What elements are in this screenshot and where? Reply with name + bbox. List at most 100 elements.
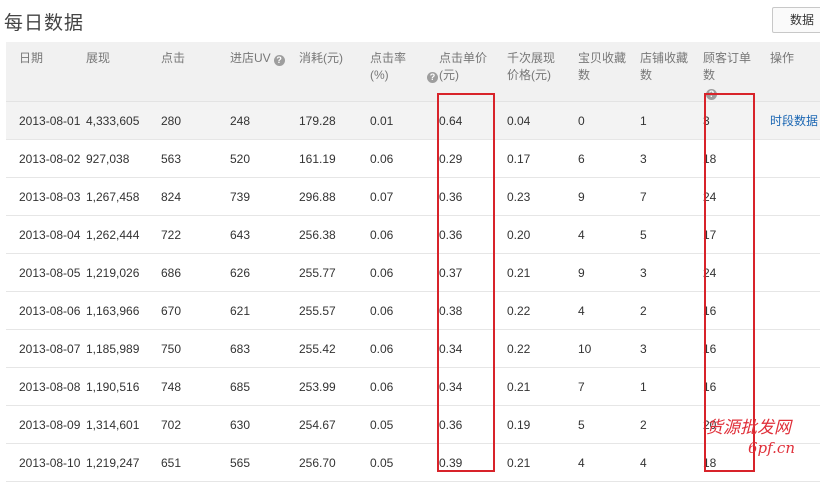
- table-cell: 1,267,458: [86, 177, 161, 216]
- table-cell: 1,219,026: [86, 253, 161, 292]
- table-row: 2013-08-06 1,163,966 670 621 255.57 0.06 0.38 0…: [6, 291, 820, 330]
- hourly-data-link[interactable]: 时段数据: [770, 114, 818, 128]
- table-cell: 0.21: [507, 443, 578, 482]
- column-header: 进店UV?: [230, 42, 299, 102]
- table-cell: 5: [578, 405, 640, 444]
- action-cell: [770, 177, 820, 216]
- table-row: 2013-08-05 1,219,026 686 626 255.77 0.06 0.37 0…: [6, 253, 820, 292]
- table-row: 2013-08-07 1,185,989 750 683 255.42 0.06 0.34 0…: [6, 329, 820, 368]
- table-row: 2013-08-03 1,267,458 824 739 296.88 0.07 0.36 0…: [6, 177, 820, 216]
- table-header-row: 日期 展现 点击 进店UV? 消耗(元) 点击率(%)? 点击单价(元) 千次展现价格(元) 宝…: [6, 42, 820, 102]
- table-cell: 1,314,601: [86, 405, 161, 444]
- table-cell: 2013-08-09: [6, 405, 86, 444]
- table-cell: 0.04: [507, 101, 578, 140]
- table-cell: 9: [578, 253, 640, 292]
- action-cell: 时段数据: [770, 101, 820, 140]
- column-header-label: 进店UV: [230, 51, 271, 65]
- table-cell: 255.42: [299, 329, 370, 368]
- help-icon[interactable]: ?: [427, 72, 438, 83]
- table-cell: 248: [230, 101, 299, 140]
- table-cell: 4,333,605: [86, 101, 161, 140]
- column-header-label: 点击: [161, 51, 186, 65]
- table-cell: 0.05: [370, 443, 439, 482]
- column-header-label: 消耗(元): [299, 51, 343, 65]
- table-cell: 0.22: [507, 329, 578, 368]
- table-cell: 7: [640, 177, 703, 216]
- table-cell: 520: [230, 139, 299, 178]
- column-header: 日期: [6, 42, 86, 102]
- table-cell: 255.77: [299, 253, 370, 292]
- action-cell: [770, 139, 820, 178]
- table-cell: 643: [230, 215, 299, 254]
- table-cell: 161.19: [299, 139, 370, 178]
- table-cell: 179.28: [299, 101, 370, 140]
- table-cell: 1,219,247: [86, 443, 161, 482]
- column-header-label: 操作: [770, 51, 795, 65]
- table-cell: 722: [161, 215, 230, 254]
- column-header: 宝贝收藏数: [578, 42, 640, 102]
- action-cell: [770, 329, 820, 368]
- table-cell: 739: [230, 177, 299, 216]
- table-cell: 1,185,989: [86, 329, 161, 368]
- table-cell: 2013-08-02: [6, 139, 86, 178]
- table-row: 2013-08-08 1,190,516 748 685 253.99 0.06 0.34 0…: [6, 367, 820, 406]
- table-row: 2013-08-09 1,314,601 702 630 254.67 0.05 0.36 0…: [6, 405, 820, 444]
- table-cell: 0.07: [370, 177, 439, 216]
- table-cell: 0.21: [507, 367, 578, 406]
- column-header-label: 日期: [19, 51, 44, 65]
- table-cell: 2013-08-04: [6, 215, 86, 254]
- table-cell: 750: [161, 329, 230, 368]
- table-cell: 2013-08-08: [6, 367, 86, 406]
- table-cell: 6: [578, 139, 640, 178]
- action-cell: [770, 291, 820, 330]
- data-button[interactable]: 数据: [772, 7, 820, 33]
- column-header: 点击率(%)?: [370, 42, 439, 102]
- table-cell: 0.23: [507, 177, 578, 216]
- column-header-label: 顾客订单数: [703, 51, 752, 82]
- column-header: 店铺收藏数: [640, 42, 703, 102]
- table-cell: 0.06: [370, 291, 439, 330]
- table-cell: 927,038: [86, 139, 161, 178]
- table-row: 2013-08-04 1,262,444 722 643 256.38 0.06 0.36 0…: [6, 215, 820, 254]
- table-body: 2013-08-01 4,333,605 280 248 179.28 0.01 0.64 0…: [6, 101, 820, 482]
- table-cell: 685: [230, 367, 299, 406]
- column-header: 展现: [86, 42, 161, 102]
- table-cell: 0.05: [370, 405, 439, 444]
- table-cell: 686: [161, 253, 230, 292]
- table-cell: 9: [578, 177, 640, 216]
- column-header: 千次展现价格(元): [507, 42, 578, 102]
- table-cell: 621: [230, 291, 299, 330]
- highlight-box-click-price: [437, 93, 495, 472]
- table-cell: 3: [640, 329, 703, 368]
- table-cell: 1,190,516: [86, 367, 161, 406]
- table-cell: 0.06: [370, 215, 439, 254]
- help-icon[interactable]: ?: [273, 55, 285, 66]
- table-cell: 253.99: [299, 367, 370, 406]
- table-cell: 5: [640, 215, 703, 254]
- table-cell: 702: [161, 405, 230, 444]
- table-cell: 254.67: [299, 405, 370, 444]
- watermark-url: 6pf.cn: [748, 439, 795, 457]
- action-cell: [770, 367, 820, 406]
- table-cell: 1: [640, 101, 703, 140]
- table-cell: 824: [161, 177, 230, 216]
- column-header-label: 宝贝收藏数: [578, 51, 627, 82]
- column-header-label: 展现: [86, 51, 111, 65]
- table-cell: 683: [230, 329, 299, 368]
- table-cell: 2013-08-05: [6, 253, 86, 292]
- table-cell: 0.17: [507, 139, 578, 178]
- page-title: 每日数据: [4, 13, 85, 34]
- table-cell: 2013-08-03: [6, 177, 86, 216]
- table-cell: 2013-08-07: [6, 329, 86, 368]
- table-cell: 0.06: [370, 367, 439, 406]
- watermark-text: 货源批发网: [706, 418, 791, 438]
- table-cell: 565: [230, 443, 299, 482]
- column-header: 消耗(元): [299, 42, 370, 102]
- table-cell: 651: [161, 443, 230, 482]
- table-row: 2013-08-02 927,038 563 520 161.19 0.06 0.29 0.1…: [6, 139, 820, 178]
- table-cell: 0.19: [507, 405, 578, 444]
- table-cell: 0.06: [370, 253, 439, 292]
- table-cell: 3: [640, 253, 703, 292]
- table-cell: 2013-08-06: [6, 291, 86, 330]
- table-cell: 0.20: [507, 215, 578, 254]
